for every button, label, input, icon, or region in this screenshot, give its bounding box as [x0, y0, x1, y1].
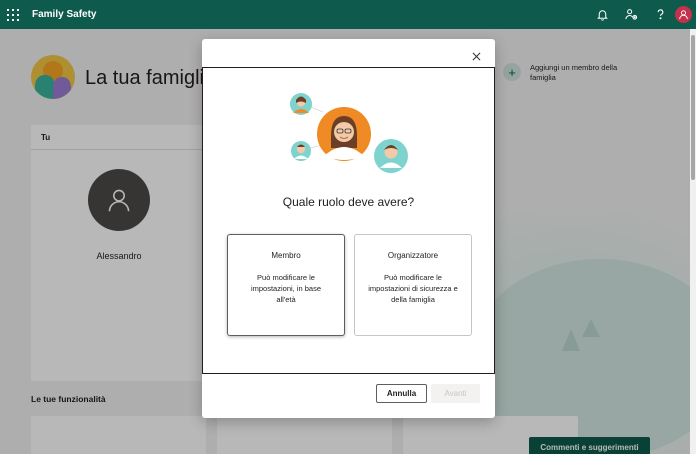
family-illustration	[290, 93, 408, 173]
user-avatar-icon[interactable]	[675, 6, 692, 23]
role-dialog: Quale ruolo deve avere? Membro Può modif…	[202, 39, 495, 418]
dialog-footer: Annulla Avanti	[202, 376, 495, 418]
role-description: Può modificare le impostazioni, in base …	[250, 273, 322, 304]
close-icon[interactable]	[469, 49, 483, 63]
scroll-thumb[interactable]	[691, 35, 695, 180]
dialog-body: Quale ruolo deve avere? Membro Può modif…	[202, 67, 495, 374]
next-button[interactable]: Avanti	[431, 384, 480, 403]
bell-icon[interactable]	[588, 0, 617, 29]
dialog-title: Quale ruolo deve avere?	[282, 195, 415, 209]
page-scrollbar[interactable]	[690, 29, 696, 454]
role-option-membro[interactable]: Membro Può modificare le impostazioni, i…	[227, 234, 345, 336]
cancel-button[interactable]: Annulla	[376, 384, 427, 403]
role-option-organizzatore[interactable]: Organizzatore Può modificare le impostaz…	[354, 234, 472, 336]
people-settings-icon[interactable]	[617, 0, 646, 29]
role-description: Può modificare le impostazioni di sicure…	[368, 273, 458, 304]
role-name: Organizzatore	[387, 251, 439, 260]
role-name: Membro	[271, 251, 301, 260]
top-bar: Family Safety	[0, 0, 696, 29]
top-icons	[588, 0, 696, 29]
help-icon[interactable]	[646, 0, 675, 29]
app-title[interactable]: Family Safety	[32, 9, 96, 20]
waffle-icon[interactable]	[0, 0, 26, 29]
